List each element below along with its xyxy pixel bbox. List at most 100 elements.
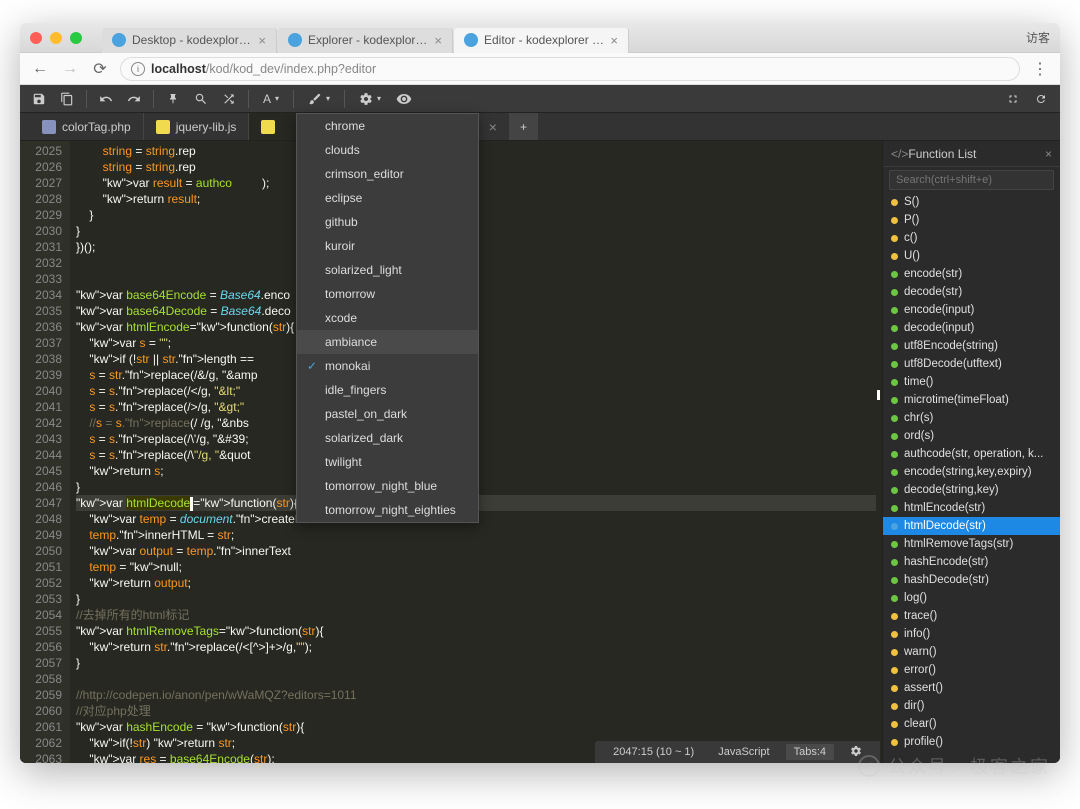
theme-menu-item[interactable]: monokai [297, 354, 478, 378]
close-icon[interactable]: × [610, 33, 618, 48]
theme-menu-item[interactable]: clouds [297, 138, 478, 162]
function-list-item[interactable]: utf8Decode(utftext) [883, 355, 1060, 373]
browser-tabs: Desktop - kodexplorer - Pow× Explorer - … [102, 23, 1026, 53]
bullet-icon [891, 307, 898, 314]
function-list-item[interactable]: decode(input) [883, 319, 1060, 337]
theme-menu-item[interactable]: solarized_dark [297, 426, 478, 450]
bullet-icon [891, 415, 898, 422]
browser-tab[interactable]: Desktop - kodexplorer - Pow× [102, 28, 277, 53]
browser-tab[interactable]: Editor - kodexplorer - Powere× [454, 28, 629, 53]
function-list-item[interactable]: S() [883, 193, 1060, 211]
function-list-item[interactable]: hashDecode(str) [883, 571, 1060, 589]
theme-menu-item[interactable]: tomorrow_night_blue [297, 474, 478, 498]
file-tab[interactable]: jquery-lib.js [144, 113, 250, 140]
theme-menu-item[interactable]: xcode [297, 306, 478, 330]
undo-button[interactable] [93, 88, 119, 110]
info-icon[interactable]: i [131, 62, 145, 76]
theme-menu-item[interactable]: solarized_light [297, 258, 478, 282]
function-list-item[interactable]: decode(str) [883, 283, 1060, 301]
settings-button[interactable]: ▾ [351, 88, 389, 110]
status-bar: 2047:15 (10 ~ 1) JavaScript Tabs:4 [595, 741, 880, 763]
window-close[interactable] [30, 32, 42, 44]
function-list-item[interactable]: error() [883, 661, 1060, 679]
function-list-item[interactable]: hashEncode(str) [883, 553, 1060, 571]
redo-button[interactable] [121, 88, 147, 110]
theme-menu-item[interactable]: github [297, 210, 478, 234]
bullet-icon [891, 451, 898, 458]
close-icon[interactable]: × [489, 119, 497, 135]
theme-menu-item[interactable]: pastel_on_dark [297, 402, 478, 426]
function-list-item[interactable]: htmlEncode(str) [883, 499, 1060, 517]
theme-menu-item[interactable]: tomorrow_night_eighties [297, 498, 478, 522]
function-list-item[interactable]: warn() [883, 643, 1060, 661]
nav-forward-icon[interactable]: → [60, 59, 80, 79]
function-list-item[interactable]: assert() [883, 679, 1060, 697]
theme-menu-item[interactable]: kuroir [297, 234, 478, 258]
function-search-input[interactable] [889, 170, 1054, 190]
function-list-item[interactable]: encode(string,key,expiry) [883, 463, 1060, 481]
function-list-item[interactable]: microtime(timeFloat) [883, 391, 1060, 409]
shuffle-button[interactable] [216, 88, 242, 110]
nav-reload-icon[interactable]: ⟳ [90, 59, 110, 79]
close-icon[interactable]: × [434, 33, 442, 48]
theme-button[interactable]: ▾ [300, 88, 338, 110]
function-list-item[interactable]: encode(str) [883, 265, 1060, 283]
pin-button[interactable] [160, 88, 186, 110]
function-list-item[interactable]: info() [883, 625, 1060, 643]
function-list-item[interactable]: P() [883, 211, 1060, 229]
bullet-icon [891, 235, 898, 242]
tab-size[interactable]: Tabs:4 [786, 744, 834, 760]
theme-menu-item[interactable]: chrome [297, 114, 478, 138]
bullet-icon [891, 649, 898, 656]
function-list: S()P()c()U()encode(str)decode(str)encode… [883, 193, 1060, 763]
preview-button[interactable] [391, 88, 417, 110]
bullet-icon [891, 703, 898, 710]
expand-button[interactable] [1000, 88, 1026, 110]
function-list-item[interactable]: profile() [883, 733, 1060, 751]
cursor-position[interactable]: 2047:15 (10 ~ 1) [605, 744, 702, 760]
window-maximize[interactable] [70, 32, 82, 44]
function-list-item[interactable]: time() [883, 373, 1060, 391]
close-icon[interactable]: × [258, 33, 266, 48]
language-mode[interactable]: JavaScript [710, 744, 777, 760]
theme-menu-item[interactable]: twilight [297, 450, 478, 474]
search-button[interactable] [188, 88, 214, 110]
font-button[interactable]: A▾ [255, 88, 287, 110]
theme-menu-item[interactable]: eclipse [297, 186, 478, 210]
function-list-item[interactable]: c() [883, 229, 1060, 247]
save-button[interactable] [26, 88, 52, 110]
bullet-icon [891, 577, 898, 584]
function-list-item[interactable]: htmlDecode(str) [883, 517, 1060, 535]
new-tab-button[interactable]: + [510, 113, 538, 140]
theme-menu-item[interactable]: tomorrow [297, 282, 478, 306]
theme-menu-item[interactable]: idle_fingers [297, 378, 478, 402]
refresh-button[interactable] [1028, 88, 1054, 110]
url-path: /kod/kod_dev/index.php?editor [206, 62, 376, 76]
minimap-cursor [877, 390, 880, 400]
nav-back-icon[interactable]: ← [30, 59, 50, 79]
theme-menu-item[interactable]: ambiance [297, 330, 478, 354]
function-list-item[interactable]: clear() [883, 715, 1060, 733]
bullet-icon [891, 559, 898, 566]
favicon-icon [464, 33, 478, 47]
function-list-item[interactable]: htmlRemoveTags(str) [883, 535, 1060, 553]
window-minimize[interactable] [50, 32, 62, 44]
function-list-item[interactable]: trace() [883, 607, 1060, 625]
menu-icon[interactable]: ⋮ [1030, 59, 1050, 79]
theme-menu-item[interactable]: crimson_editor [297, 162, 478, 186]
address-bar[interactable]: i localhost/kod/kod_dev/index.php?editor [120, 57, 1020, 81]
file-tab[interactable]: colorTag.php [30, 113, 144, 140]
function-list-item[interactable]: encode(input) [883, 301, 1060, 319]
function-list-item[interactable]: chr(s) [883, 409, 1060, 427]
close-icon[interactable]: × [1045, 147, 1052, 161]
bullet-icon [891, 541, 898, 548]
function-list-item[interactable]: authcode(str, operation, k... [883, 445, 1060, 463]
browser-tab[interactable]: Explorer - kodexplorer - Powe× [278, 28, 453, 53]
function-list-item[interactable]: ord(s) [883, 427, 1060, 445]
function-list-item[interactable]: U() [883, 247, 1060, 265]
copy-button[interactable] [54, 88, 80, 110]
function-list-item[interactable]: log() [883, 589, 1060, 607]
function-list-item[interactable]: dir() [883, 697, 1060, 715]
function-list-item[interactable]: utf8Encode(string) [883, 337, 1060, 355]
function-list-item[interactable]: decode(string,key) [883, 481, 1060, 499]
